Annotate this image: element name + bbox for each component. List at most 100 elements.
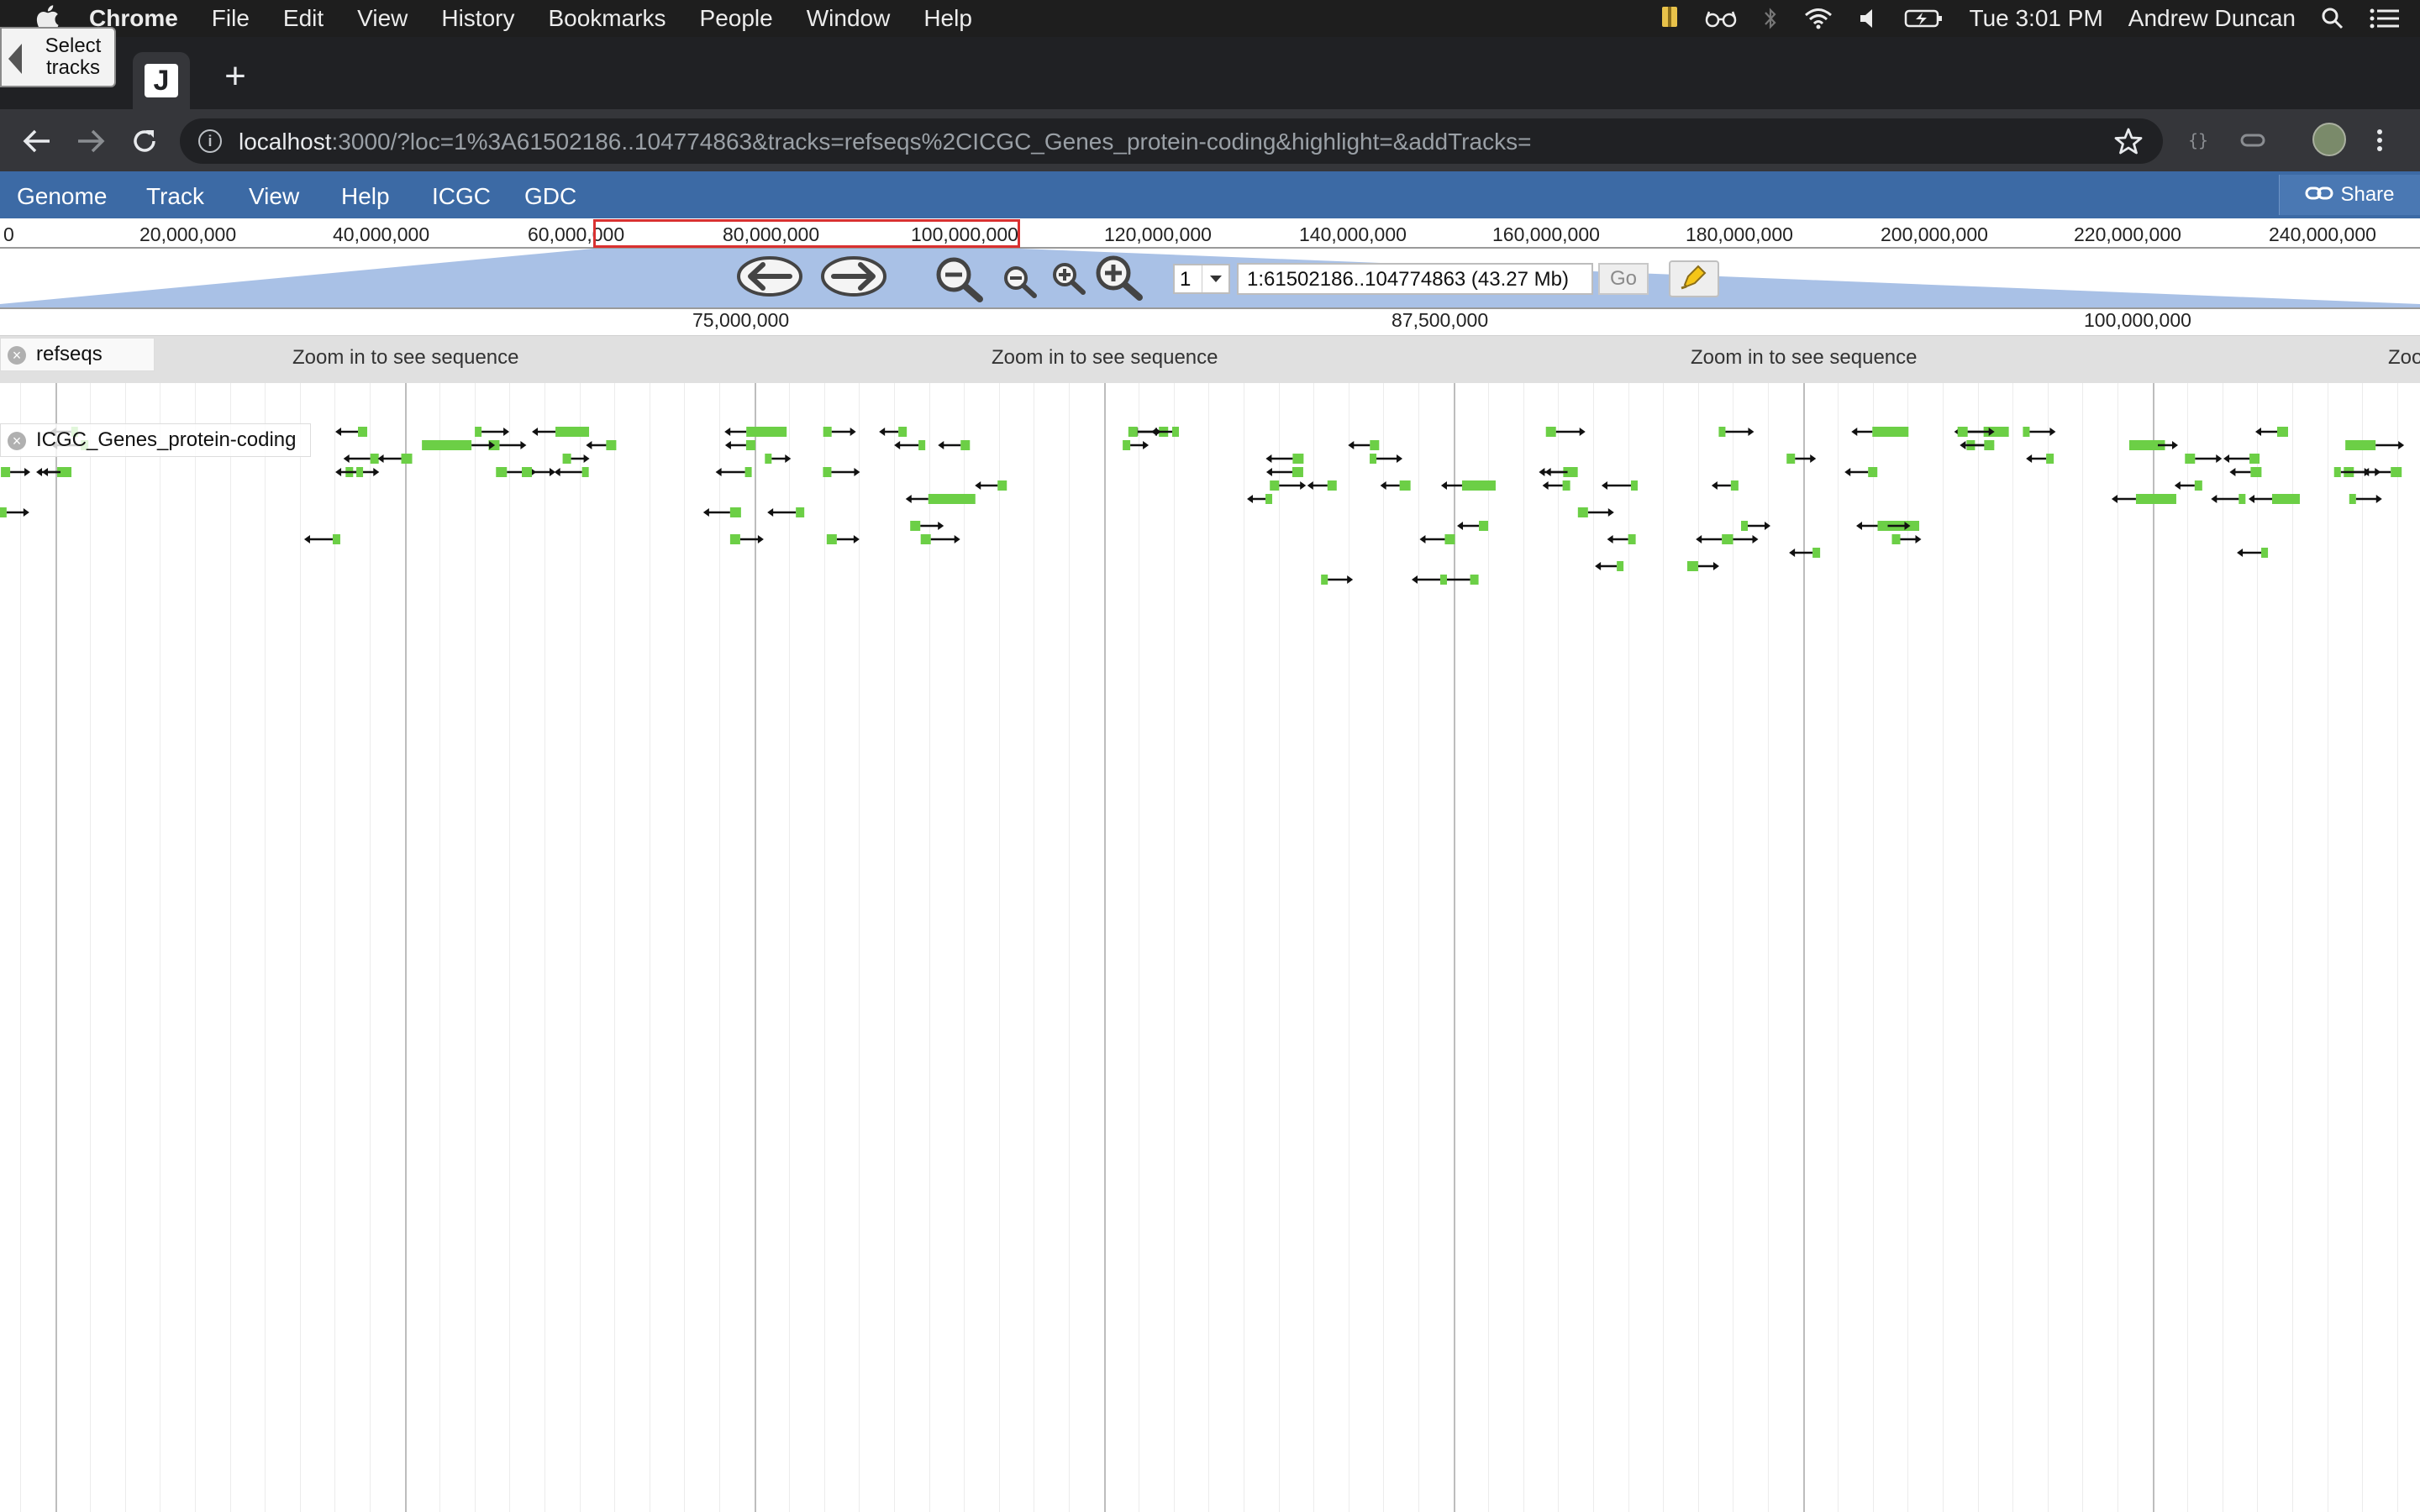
chrome-menu-icon[interactable] bbox=[2373, 126, 2386, 159]
gene-feature[interactable] bbox=[1270, 480, 1307, 491]
gene-feature[interactable] bbox=[532, 427, 590, 437]
gene-feature[interactable] bbox=[1, 467, 31, 477]
gene-feature[interactable] bbox=[823, 427, 856, 437]
chromosome-select[interactable]: 1 bbox=[1173, 264, 1230, 294]
gene-feature[interactable] bbox=[0, 507, 29, 517]
gene-feature[interactable] bbox=[1545, 427, 1586, 437]
gene-feature[interactable] bbox=[767, 507, 805, 517]
gene-feature[interactable] bbox=[702, 507, 741, 517]
gene-feature[interactable] bbox=[823, 467, 860, 477]
gene-feature[interactable] bbox=[2345, 440, 2405, 450]
detail-ruler[interactable]: 75,000,000 87,500,000 100,000,000 bbox=[0, 307, 2420, 336]
menu-window[interactable]: Window bbox=[807, 5, 891, 32]
menu-gdc[interactable]: GDC bbox=[524, 183, 576, 210]
gene-feature[interactable] bbox=[920, 534, 960, 544]
track-area[interactable]: Zoom in to see sequence Zoom in to see s… bbox=[0, 336, 2420, 1512]
menu-view[interactable]: View bbox=[357, 5, 408, 32]
zoom-in-small-icon[interactable] bbox=[1050, 260, 1087, 300]
track-label-icgc-genes[interactable]: × ICGC_Genes_protein-coding bbox=[0, 423, 311, 457]
menu-edit[interactable]: Edit bbox=[283, 5, 324, 32]
gene-feature[interactable] bbox=[2254, 427, 2288, 437]
wifi-icon[interactable] bbox=[1803, 7, 1833, 30]
site-info-icon[interactable]: i bbox=[198, 129, 222, 153]
gene-feature[interactable] bbox=[1711, 480, 1739, 491]
close-track-icon[interactable]: × bbox=[8, 346, 26, 365]
gene-feature[interactable] bbox=[2237, 548, 2269, 558]
gene-feature[interactable] bbox=[2211, 494, 2246, 504]
gene-feature[interactable] bbox=[343, 454, 379, 464]
gene-feature[interactable] bbox=[1891, 534, 1922, 544]
gene-feature[interactable] bbox=[1741, 521, 1771, 531]
gene-feature[interactable] bbox=[1686, 561, 1719, 571]
gene-feature[interactable] bbox=[1723, 534, 1759, 544]
gene-feature[interactable] bbox=[1577, 507, 1614, 517]
gene-feature[interactable] bbox=[2248, 494, 2300, 504]
gene-feature[interactable] bbox=[562, 454, 590, 464]
pan-left-button[interactable] bbox=[736, 255, 803, 297]
menu-track[interactable]: Track bbox=[146, 183, 204, 210]
gene-feature[interactable] bbox=[1718, 427, 1754, 437]
pan-right-button[interactable] bbox=[820, 255, 887, 297]
gene-feature[interactable] bbox=[1123, 440, 1150, 450]
share-button[interactable]: Share bbox=[2279, 175, 2420, 215]
gene-feature[interactable] bbox=[1307, 480, 1337, 491]
gene-feature[interactable] bbox=[1786, 454, 1817, 464]
extension-2-icon[interactable] bbox=[2238, 126, 2267, 159]
gene-feature[interactable] bbox=[1348, 440, 1380, 450]
gene-feature[interactable] bbox=[894, 440, 926, 450]
menu-bookmarks[interactable]: Bookmarks bbox=[548, 5, 666, 32]
gene-feature[interactable] bbox=[422, 440, 496, 450]
gene-feature[interactable] bbox=[879, 427, 908, 437]
gene-feature[interactable] bbox=[2229, 467, 2262, 477]
gene-feature[interactable] bbox=[335, 427, 368, 437]
glasses-icon[interactable] bbox=[1704, 8, 1738, 29]
menu-file[interactable]: File bbox=[212, 5, 250, 32]
select-tracks-button[interactable]: Select tracks bbox=[0, 27, 116, 87]
gene-feature[interactable] bbox=[826, 534, 860, 544]
gene-feature[interactable] bbox=[1247, 494, 1273, 504]
menu-genome[interactable]: Genome bbox=[17, 183, 107, 210]
gene-feature[interactable] bbox=[1265, 467, 1303, 477]
gene-feature[interactable] bbox=[1960, 440, 1995, 450]
gene-feature[interactable] bbox=[1265, 454, 1304, 464]
gene-feature[interactable] bbox=[2023, 427, 2056, 437]
gene-feature[interactable] bbox=[303, 534, 340, 544]
gene-feature[interactable] bbox=[2111, 494, 2176, 504]
battery-icon[interactable] bbox=[1904, 8, 1944, 29]
shield-icon[interactable] bbox=[1660, 5, 1679, 32]
menu-view[interactable]: View bbox=[249, 183, 299, 210]
gene-feature[interactable] bbox=[1370, 454, 1403, 464]
gene-feature[interactable] bbox=[1544, 467, 1578, 477]
gene-feature[interactable] bbox=[1380, 480, 1411, 491]
gene-feature[interactable] bbox=[905, 494, 976, 504]
gene-feature[interactable] bbox=[1457, 521, 1489, 531]
gene-feature[interactable] bbox=[975, 480, 1007, 491]
volume-icon[interactable] bbox=[1859, 8, 1879, 29]
menu-help[interactable]: Help bbox=[923, 5, 972, 32]
gene-feature[interactable] bbox=[586, 440, 617, 450]
menu-help[interactable]: Help bbox=[341, 183, 390, 210]
bookmark-star-icon[interactable] bbox=[2114, 127, 2143, 160]
gene-feature[interactable] bbox=[724, 427, 787, 437]
gene-feature[interactable] bbox=[938, 440, 971, 450]
location-input[interactable]: 1:61502186..104774863 (43.27 Mb) bbox=[1237, 263, 1593, 295]
zoom-out-small-icon[interactable] bbox=[1002, 264, 1039, 303]
bluetooth-icon[interactable] bbox=[1763, 6, 1778, 31]
address-url[interactable]: localhost:3000/?loc=1%3A61502186..104774… bbox=[239, 129, 1531, 155]
gene-feature[interactable] bbox=[1844, 467, 1878, 477]
menu-icgc[interactable]: ICGC bbox=[432, 183, 491, 210]
profile-avatar[interactable] bbox=[2312, 123, 2346, 156]
menu-people[interactable]: People bbox=[700, 5, 773, 32]
gene-feature[interactable] bbox=[554, 467, 589, 477]
highlight-button[interactable] bbox=[1669, 260, 1719, 297]
zoom-in-big-icon[interactable] bbox=[1094, 254, 1144, 305]
gene-feature[interactable] bbox=[1601, 480, 1638, 491]
menubar-user-name[interactable]: Andrew Duncan bbox=[2128, 5, 2296, 32]
reload-button[interactable] bbox=[128, 124, 161, 158]
gene-feature[interactable] bbox=[475, 427, 510, 437]
gene-feature[interactable] bbox=[1696, 534, 1729, 544]
gene-feature[interactable] bbox=[522, 467, 556, 477]
gene-feature[interactable] bbox=[1607, 534, 1636, 544]
gene-feature[interactable] bbox=[765, 454, 792, 464]
go-button[interactable]: Go bbox=[1598, 263, 1649, 295]
